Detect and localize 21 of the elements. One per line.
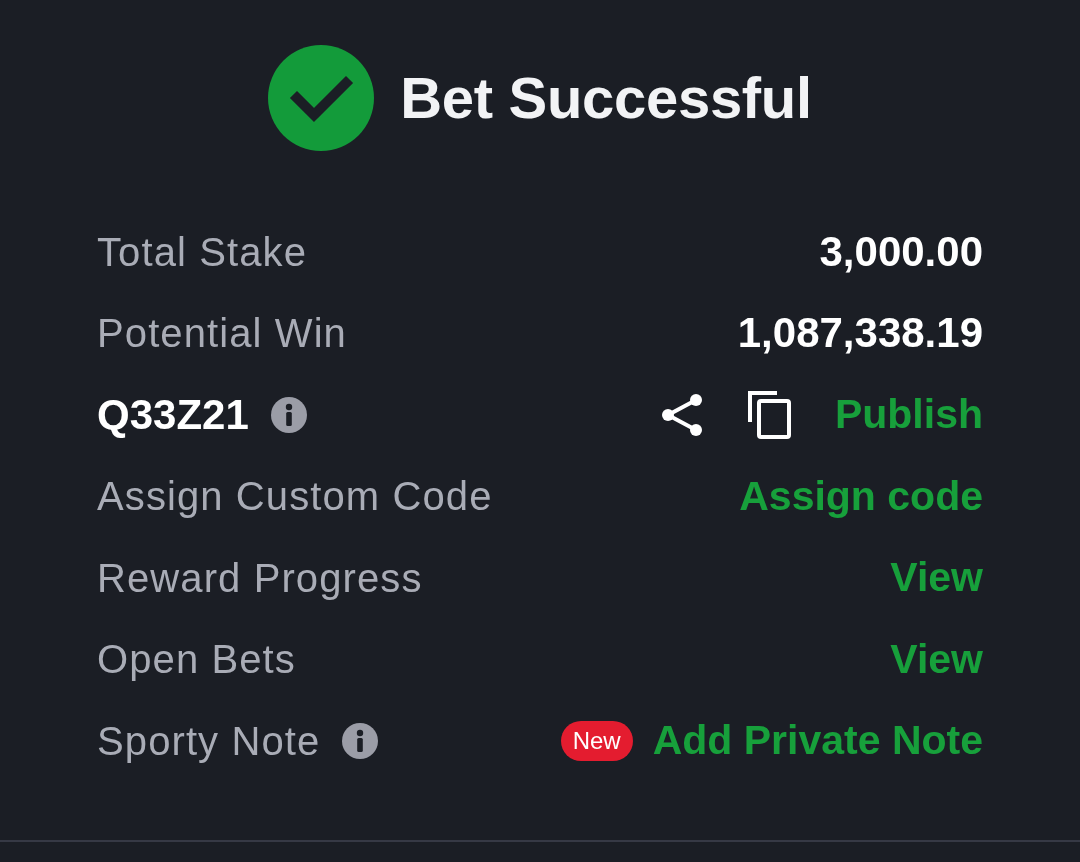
action-link[interactable]: View [890,553,983,603]
share-icon[interactable] [660,393,703,436]
action-link[interactable]: View [890,634,983,684]
action-link[interactable]: Publish [834,390,983,440]
row-label: Potential Win [97,310,347,358]
new-badge: New [560,720,633,761]
bet-code: Q33Z21 [97,389,249,440]
info-icon[interactable] [342,722,379,759]
row-label: Open Bets [97,636,296,684]
row-label: Reward Progress [97,554,423,602]
copy-icon[interactable] [746,390,791,440]
row-label: Sporty Note [97,717,321,765]
action-link[interactable]: Assign code [739,471,983,521]
action-link[interactable]: Add Private Note [652,716,983,766]
info-icon[interactable] [270,396,307,433]
success-check-icon [268,45,375,151]
row-label: Total Stake [97,228,307,276]
row-label: Assign Custom Code [97,473,493,521]
success-title: Bet Successful [400,69,812,127]
amount-value: 3,000.00 [819,226,983,277]
amount-value: 1,087,338.19 [737,308,983,359]
